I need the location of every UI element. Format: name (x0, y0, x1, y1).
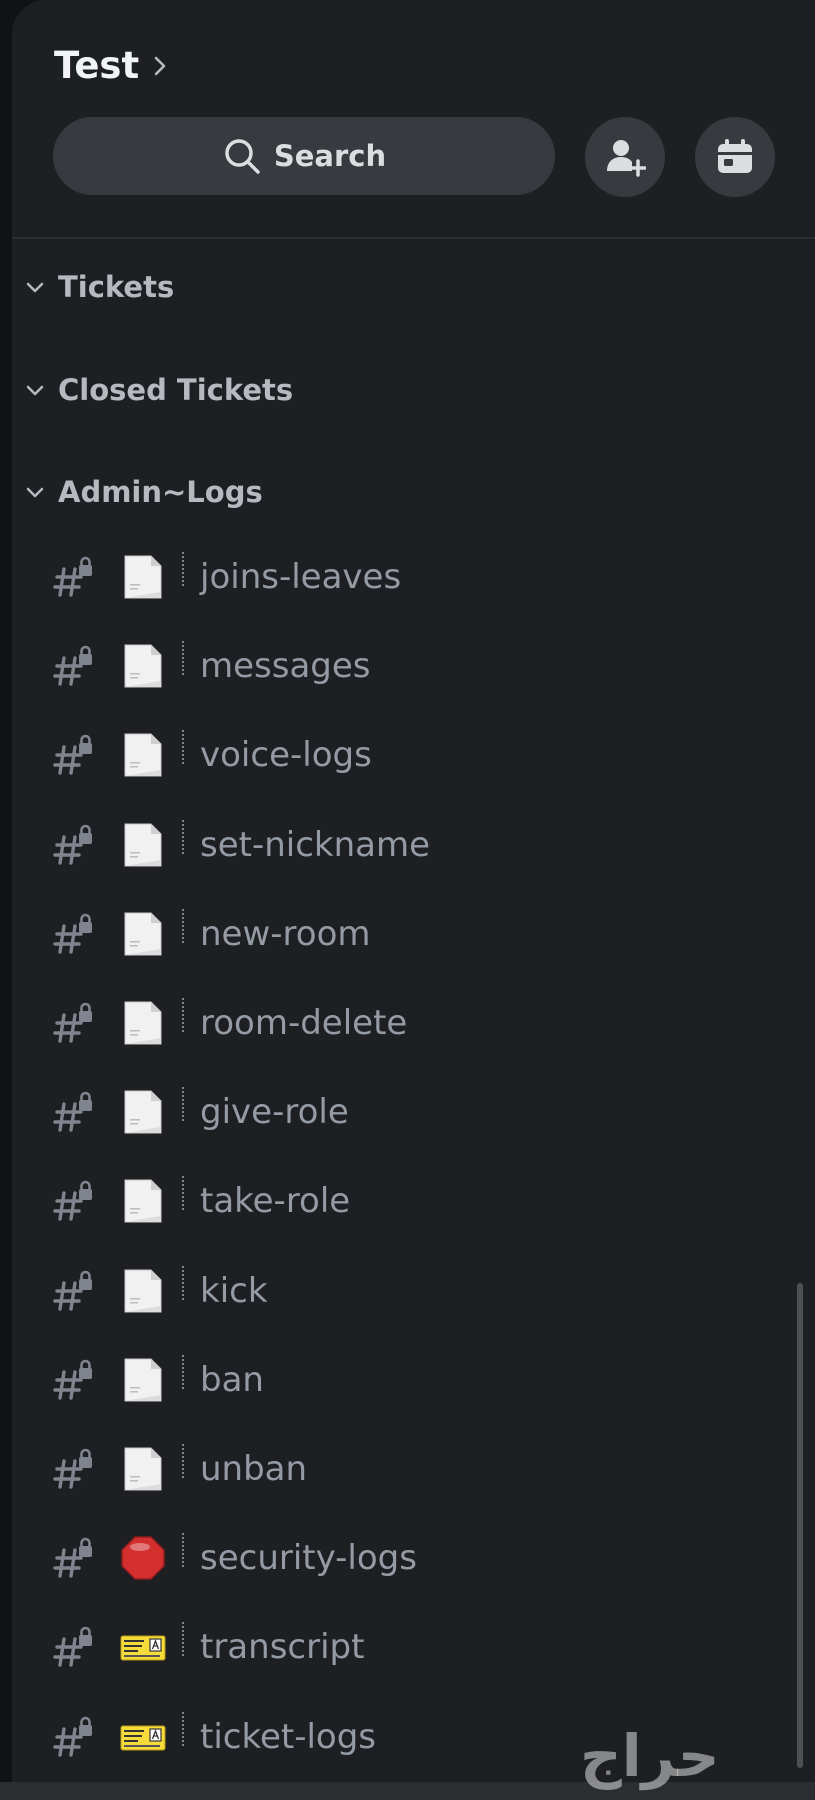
channel-name: set-nickname (200, 825, 431, 865)
separator (182, 1176, 184, 1210)
ticket-icon (120, 1725, 166, 1751)
channel-kick[interactable]: kick (52, 1261, 792, 1321)
locked-text-channel-icon (53, 1002, 92, 1043)
separator (182, 1622, 184, 1656)
category-label: Closed Tickets (58, 373, 294, 407)
page-facing-up-icon (124, 733, 162, 777)
channel-take-role[interactable]: take-role (52, 1171, 792, 1231)
category-admin-logs[interactable]: Admin~Logs (24, 475, 263, 509)
separator (182, 730, 184, 764)
locked-text-channel-icon (53, 1359, 92, 1400)
header-divider (12, 237, 815, 239)
page-facing-up-icon (124, 555, 162, 599)
channel-name: security-logs (200, 1538, 417, 1578)
locked-text-channel-icon (53, 734, 92, 775)
locked-text-channel-icon (53, 1091, 92, 1132)
channel-name: transcript (200, 1627, 365, 1667)
channel-name: ticket-logs (200, 1717, 377, 1757)
search-icon (225, 139, 260, 174)
channel-unban[interactable]: unban (52, 1439, 792, 1499)
separator (182, 1266, 184, 1300)
chevron-down-icon (26, 282, 44, 293)
separator (182, 641, 184, 675)
separator (182, 1087, 184, 1121)
channel-set-nickname[interactable]: set-nickname (52, 815, 792, 875)
separator (182, 909, 184, 943)
channel-transcript[interactable]: transcript (52, 1617, 792, 1677)
channel-name: unban (200, 1449, 308, 1489)
channel-give-role[interactable]: give-role (52, 1082, 792, 1142)
channel-security-logs[interactable]: security-logs (52, 1528, 792, 1588)
separator (182, 1444, 184, 1478)
page-facing-up-icon (124, 1090, 162, 1134)
locked-text-channel-icon (53, 1270, 92, 1311)
locked-text-channel-icon (53, 1537, 92, 1578)
events-button[interactable] (695, 117, 775, 197)
locked-text-channel-icon (53, 645, 92, 686)
category-label: Tickets (58, 270, 175, 304)
page-facing-up-icon (124, 1358, 162, 1402)
calendar-icon (718, 139, 752, 173)
locked-text-channel-icon (53, 1716, 92, 1757)
channel-name: take-role (200, 1181, 351, 1221)
separator (182, 1712, 184, 1746)
channel-new-room[interactable]: new-room (52, 904, 792, 964)
locked-text-channel-icon (53, 824, 92, 865)
category-label: Admin~Logs (58, 475, 263, 509)
locked-text-channel-icon (53, 556, 92, 597)
channel-ban[interactable]: ban (52, 1350, 792, 1410)
channel-name: kick (200, 1271, 268, 1311)
page-facing-up-icon (124, 1001, 162, 1045)
channel-name: ban (200, 1360, 264, 1400)
separator (182, 998, 184, 1032)
locked-text-channel-icon (53, 913, 92, 954)
page-facing-up-icon (124, 912, 162, 956)
channel-name: new-room (200, 914, 371, 954)
channel-list-panel: Test Search Tickets Closed Tickets Admin… (12, 0, 815, 1782)
search-button[interactable]: Search (53, 117, 555, 195)
server-header[interactable]: Test (54, 44, 167, 87)
page-facing-up-icon (124, 823, 162, 867)
add-member-icon (607, 140, 646, 177)
search-label: Search (273, 139, 387, 173)
chevron-right-icon (154, 56, 166, 75)
channel-joins-leaves[interactable]: joins-leaves (52, 547, 792, 607)
channel-name: joins-leaves (200, 557, 402, 597)
chevron-down-icon (26, 385, 44, 396)
page-facing-up-icon (124, 1269, 162, 1313)
separator (182, 1533, 184, 1567)
separator (182, 1355, 184, 1389)
server-name: Test (54, 44, 140, 87)
watermark-text: حراج (580, 1722, 720, 1790)
channel-voice-logs[interactable]: voice-logs (52, 725, 792, 785)
separator (182, 820, 184, 854)
locked-text-channel-icon (53, 1626, 92, 1667)
chevron-down-icon (26, 487, 44, 498)
separator (182, 552, 184, 586)
channel-name: messages (200, 646, 371, 686)
page-facing-up-icon (124, 1447, 162, 1491)
locked-text-channel-icon (53, 1448, 92, 1489)
scrollbar[interactable] (797, 1283, 803, 1768)
page-facing-up-icon (124, 644, 162, 688)
channel-messages[interactable]: messages (52, 636, 792, 696)
ticket-icon (120, 1635, 166, 1661)
invite-members-button[interactable] (585, 117, 665, 197)
locked-text-channel-icon (53, 1180, 92, 1221)
channel-name: voice-logs (200, 735, 372, 775)
channel-name: give-role (200, 1092, 349, 1132)
category-tickets[interactable]: Tickets (24, 270, 174, 304)
channel-name: room-delete (200, 1003, 408, 1043)
stop-sign-icon (121, 1536, 165, 1580)
page-facing-up-icon (124, 1179, 162, 1223)
category-closed-tickets[interactable]: Closed Tickets (24, 373, 293, 407)
channel-room-delete[interactable]: room-delete (52, 993, 792, 1053)
